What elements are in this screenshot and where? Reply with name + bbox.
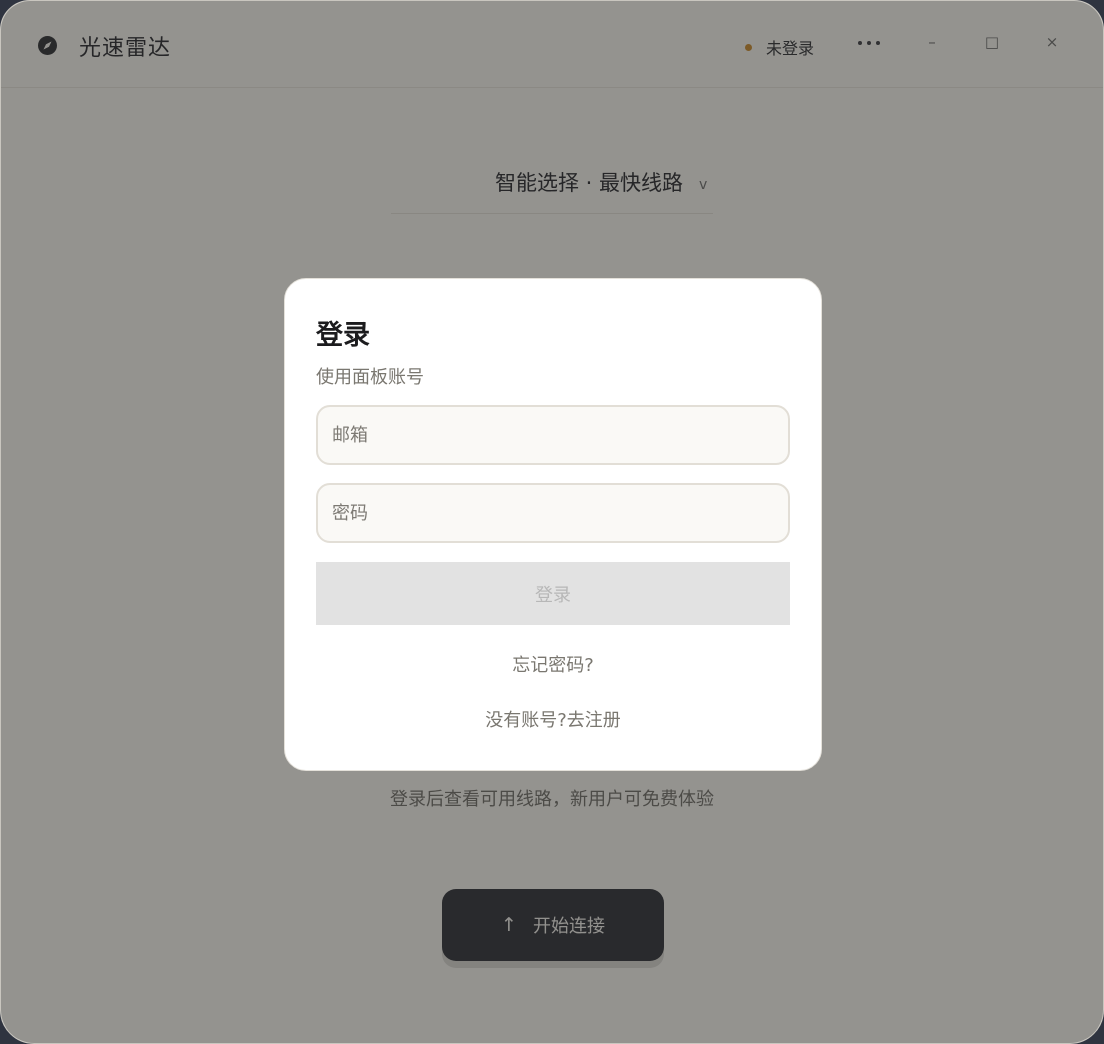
app-window: 光速雷达 未登录 – □ × 智能选择 · 最快线路 v 登录后查看可用线路，新…: [0, 0, 1104, 1044]
register-prompt: 没有账号?: [485, 710, 567, 731]
register-line: 没有账号?去注册: [285, 706, 821, 732]
dialog-title: 登录: [316, 320, 370, 351]
login-submit-button[interactable]: 登录: [316, 562, 790, 625]
login-dialog: 登录 使用面板账号 登录 忘记密码? 没有账号?去注册: [284, 278, 822, 771]
forgot-password-link[interactable]: 忘记密码?: [285, 651, 821, 677]
email-field[interactable]: [316, 405, 790, 465]
register-link[interactable]: 去注册: [567, 710, 621, 731]
password-field[interactable]: [316, 483, 790, 543]
dialog-subtitle: 使用面板账号: [316, 367, 424, 388]
